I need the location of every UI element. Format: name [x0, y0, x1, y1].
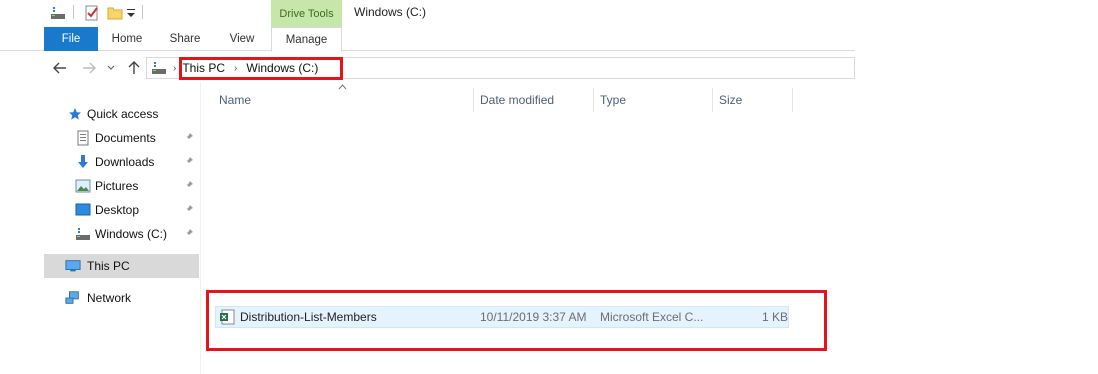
sidebar-item-label: Desktop: [95, 203, 140, 217]
network-icon: [65, 290, 81, 306]
sidebar-item-label: Downloads: [95, 155, 155, 169]
pin-icon: [184, 228, 194, 241]
drive-properties-icon[interactable]: [50, 5, 66, 21]
recent-locations-chevron-icon[interactable]: [104, 58, 118, 78]
column-header-name[interactable]: Name: [219, 88, 471, 112]
sidebar-item-documents[interactable]: Documents: [44, 127, 199, 149]
this-pc-icon: [65, 258, 81, 274]
sidebar-item-quick-access[interactable]: Quick access: [44, 103, 199, 125]
sidebar-item-label: Documents: [95, 131, 156, 145]
navigation-pane: Quick access Documents Downloads Picture…: [44, 100, 200, 374]
navigation-bar: › This PC › Windows (C:): [0, 54, 855, 82]
drive-tools-context-header: Drive Tools: [271, 0, 342, 27]
new-folder-icon[interactable]: [107, 5, 123, 21]
breadcrumb-separator-icon: ›: [173, 62, 177, 74]
column-divider[interactable]: [593, 88, 594, 112]
window-title: Windows (C:): [354, 5, 427, 19]
sidebar-item-label: Quick access: [87, 107, 159, 121]
documents-icon: [75, 130, 91, 146]
back-button[interactable]: [50, 58, 70, 78]
qat-divider: [142, 5, 143, 19]
column-divider[interactable]: [792, 88, 793, 112]
sidebar-item-label: Windows (C:): [95, 227, 168, 241]
tab-file[interactable]: File: [44, 27, 98, 51]
sidebar-item-network[interactable]: Network: [44, 287, 199, 309]
sidebar-item-windows-c[interactable]: Windows (C:): [44, 223, 199, 245]
sidebar-item-pictures[interactable]: Pictures: [44, 175, 199, 197]
drive-icon: [75, 226, 91, 242]
desktop-icon: [75, 202, 91, 218]
sidebar-item-desktop[interactable]: Desktop: [44, 199, 199, 221]
pane-divider: [200, 82, 201, 374]
file-highlight-annotation: [206, 290, 827, 351]
pin-icon: [184, 180, 194, 193]
sidebar-item-label: This PC: [87, 259, 130, 273]
sidebar-item-downloads[interactable]: Downloads: [44, 151, 199, 173]
sidebar-item-label: Pictures: [95, 179, 139, 193]
tab-view[interactable]: View: [214, 27, 270, 51]
column-header-type[interactable]: Type: [600, 88, 710, 112]
up-button[interactable]: [124, 58, 144, 78]
drive-icon: [151, 61, 167, 75]
column-divider[interactable]: [712, 88, 713, 112]
properties-checkmark-icon[interactable]: [84, 5, 100, 21]
pin-icon: [184, 156, 194, 169]
column-header-date-modified[interactable]: Date modified: [480, 88, 592, 112]
sidebar-item-label: Network: [87, 291, 132, 305]
sidebar-item-this-pc[interactable]: This PC: [44, 254, 199, 278]
forward-button[interactable]: [79, 58, 99, 78]
downloads-icon: [75, 154, 91, 170]
quick-access-toolbar: [0, 0, 855, 26]
customize-qat-chevron-icon[interactable]: [126, 5, 136, 21]
tab-manage[interactable]: Manage: [271, 27, 342, 52]
tab-share[interactable]: Share: [156, 27, 214, 51]
column-divider[interactable]: [473, 88, 474, 112]
qat-divider: [73, 5, 74, 19]
column-header-size[interactable]: Size: [719, 88, 791, 112]
pin-icon: [184, 132, 194, 145]
star-icon: [67, 106, 83, 122]
pictures-icon: [75, 178, 91, 194]
ribbon-tab-row: File Home Share View Manage: [0, 27, 855, 52]
address-highlight-annotation: [179, 57, 343, 80]
tab-home[interactable]: Home: [98, 27, 156, 51]
pin-icon: [184, 204, 194, 217]
